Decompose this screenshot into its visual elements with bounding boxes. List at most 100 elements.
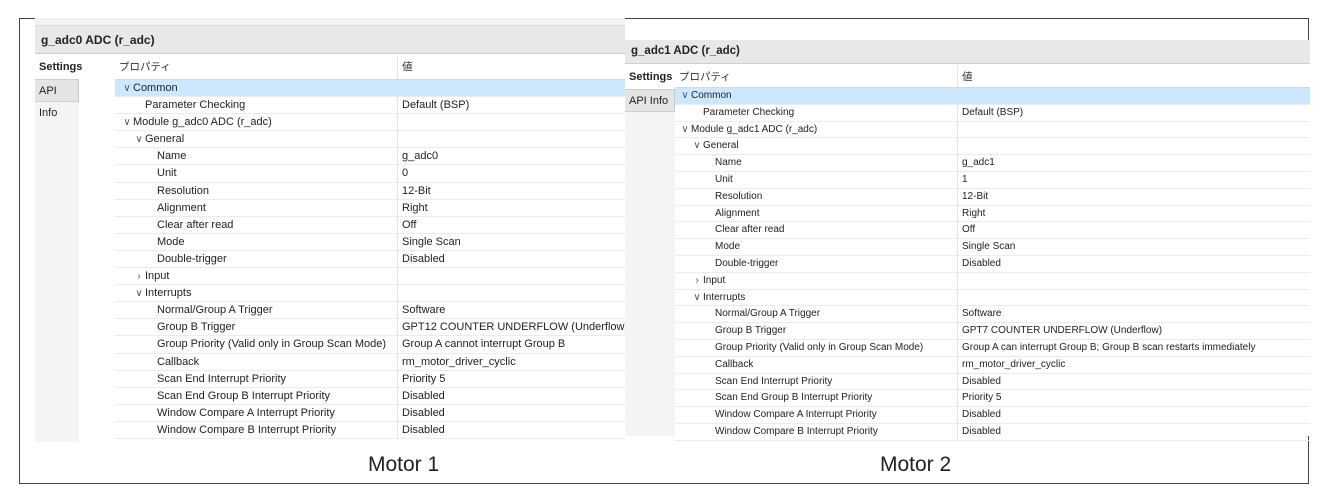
property-value-cell[interactable]: Priority 5 bbox=[958, 390, 1310, 406]
column-header-property[interactable]: プロパティ bbox=[115, 56, 398, 79]
property-row[interactable]: Name g_adc0 bbox=[115, 148, 625, 166]
property-value-cell[interactable]: Disabled bbox=[398, 251, 625, 267]
property-value-cell[interactable] bbox=[398, 131, 625, 147]
chevron-down-icon[interactable]: ∨ bbox=[691, 290, 703, 306]
property-row[interactable]: Group B Trigger GPT12 COUNTER UNDERFLOW (… bbox=[115, 319, 625, 337]
property-value-cell[interactable] bbox=[398, 285, 625, 301]
property-value-cell[interactable]: 12-Bit bbox=[398, 183, 625, 199]
tab-settings[interactable]: Settings bbox=[625, 64, 675, 90]
tab-api-info[interactable]: API Info bbox=[625, 90, 675, 112]
property-value-cell[interactable] bbox=[958, 138, 1310, 154]
property-row[interactable]: Double-trigger Disabled bbox=[115, 250, 625, 269]
property-row[interactable]: Clear after read Off bbox=[675, 222, 1310, 240]
chevron-down-icon[interactable]: ∨ bbox=[691, 138, 703, 154]
property-row[interactable]: ∨ Interrupts bbox=[675, 289, 1310, 307]
property-value-cell[interactable]: Off bbox=[958, 222, 1310, 238]
property-value-cell[interactable]: Group A can interrupt Group B; Group B s… bbox=[958, 340, 1310, 356]
property-value-cell[interactable]: GPT12 COUNTER UNDERFLOW (Underflow) bbox=[398, 319, 625, 335]
tab-settings[interactable]: Settings bbox=[35, 54, 82, 80]
property-value-cell[interactable]: g_adc0 bbox=[398, 148, 625, 164]
property-row[interactable]: Normal/Group A Trigger Software bbox=[675, 306, 1310, 324]
chevron-down-icon[interactable]: ∨ bbox=[133, 132, 145, 147]
property-row[interactable]: Mode Single Scan bbox=[675, 239, 1310, 256]
chevron-down-icon[interactable]: ∨ bbox=[121, 81, 133, 96]
property-value-cell[interactable]: Single Scan bbox=[398, 234, 625, 250]
property-row[interactable]: Mode Single Scan bbox=[115, 233, 625, 251]
property-value-cell[interactable]: Software bbox=[398, 302, 625, 318]
chevron-right-icon[interactable]: › bbox=[133, 269, 145, 284]
property-row[interactable]: Window Compare B Interrupt Priority Disab… bbox=[675, 423, 1310, 441]
property-value-cell[interactable]: 1 bbox=[958, 172, 1310, 188]
property-row[interactable]: Normal/Group A Trigger Software bbox=[115, 302, 625, 320]
chevron-down-icon[interactable]: ∨ bbox=[133, 286, 145, 301]
property-value-cell[interactable]: Disabled bbox=[958, 424, 1310, 440]
property-row[interactable]: Window Compare A Interrupt Priority Disab… bbox=[115, 404, 625, 422]
property-row[interactable]: Clear after read Off bbox=[115, 216, 625, 234]
property-value-cell[interactable]: Disabled bbox=[958, 374, 1310, 390]
property-value-cell[interactable]: Disabled bbox=[958, 407, 1310, 423]
column-header-value[interactable]: 値 bbox=[398, 56, 625, 79]
property-value-cell[interactable]: Right bbox=[958, 206, 1310, 222]
property-value-cell[interactable] bbox=[958, 290, 1310, 306]
property-row[interactable]: Window Compare A Interrupt Priority Disab… bbox=[675, 407, 1310, 424]
property-value-cell[interactable]: 0 bbox=[398, 165, 625, 181]
property-value-cell[interactable]: g_adc1 bbox=[958, 155, 1310, 171]
property-row[interactable]: Resolution 12-Bit bbox=[115, 182, 625, 200]
property-row[interactable]: Scan End Interrupt Priority Disabled bbox=[675, 373, 1310, 391]
property-row[interactable]: ∨ Common bbox=[675, 88, 1310, 105]
chevron-down-icon[interactable]: ∨ bbox=[121, 115, 133, 130]
property-row[interactable]: ∨ Interrupts bbox=[115, 285, 625, 303]
property-row[interactable]: Group Priority (Valid only in Group Scan… bbox=[115, 336, 625, 354]
property-value-cell[interactable]: Default (BSP) bbox=[398, 97, 625, 113]
property-value-cell[interactable]: Priority 5 bbox=[398, 371, 625, 387]
property-row[interactable]: Callback rm_motor_driver_cyclic bbox=[115, 353, 625, 371]
property-row[interactable]: ∨ Common bbox=[115, 80, 625, 98]
property-row[interactable]: Unit 0 bbox=[115, 165, 625, 183]
chevron-down-icon[interactable]: ∨ bbox=[679, 122, 691, 138]
property-row[interactable]: Parameter Checking Default (BSP) bbox=[115, 97, 625, 115]
property-row[interactable]: ∨ Module g_adc0 ADC (r_adc) bbox=[115, 114, 625, 132]
property-value-cell[interactable] bbox=[958, 273, 1310, 289]
property-value-cell[interactable] bbox=[398, 268, 625, 284]
property-row[interactable]: › Input bbox=[675, 272, 1310, 290]
property-value-cell[interactable] bbox=[958, 122, 1310, 138]
tab-api-info[interactable]: API Info bbox=[35, 80, 79, 119]
property-value-cell[interactable]: Group A cannot interrupt Group B bbox=[398, 336, 625, 352]
property-row[interactable]: Alignment Right bbox=[675, 205, 1310, 223]
property-row[interactable]: Double-trigger Disabled bbox=[675, 255, 1310, 273]
property-value-cell[interactable] bbox=[398, 80, 625, 96]
chevron-down-icon[interactable]: ∨ bbox=[679, 88, 691, 104]
property-value-cell[interactable]: Disabled bbox=[958, 256, 1310, 272]
property-value-cell[interactable]: Off bbox=[398, 217, 625, 233]
property-row[interactable]: Alignment Right bbox=[115, 199, 625, 217]
property-value-cell[interactable]: Software bbox=[958, 306, 1310, 322]
property-value-cell[interactable]: rm_motor_driver_cyclic bbox=[398, 354, 625, 370]
property-value-cell[interactable]: rm_motor_driver_cyclic bbox=[958, 357, 1310, 373]
chevron-right-icon[interactable]: › bbox=[691, 273, 703, 289]
property-value-cell[interactable]: Disabled bbox=[398, 405, 625, 421]
property-value-cell[interactable]: Right bbox=[398, 200, 625, 216]
property-row[interactable]: Group Priority (Valid only in Group Scan… bbox=[675, 339, 1310, 357]
property-row[interactable]: Scan End Group B Interrupt Priority Disab… bbox=[115, 387, 625, 405]
column-header-value[interactable]: 値 bbox=[958, 66, 1310, 87]
property-row[interactable]: Name g_adc1 bbox=[675, 155, 1310, 172]
property-row[interactable]: › Input bbox=[115, 268, 625, 286]
property-value-cell[interactable]: Default (BSP) bbox=[958, 105, 1310, 121]
property-row[interactable]: Parameter Checking Default (BSP) bbox=[675, 104, 1310, 122]
property-row[interactable]: Unit 1 bbox=[675, 171, 1310, 189]
property-value-cell[interactable] bbox=[398, 114, 625, 130]
property-row[interactable]: ∨ General bbox=[115, 131, 625, 149]
property-value-cell[interactable]: Disabled bbox=[398, 422, 625, 438]
property-row[interactable]: Resolution 12-Bit bbox=[675, 188, 1310, 206]
property-value-cell[interactable]: Disabled bbox=[398, 388, 625, 404]
property-value-cell[interactable] bbox=[958, 88, 1310, 104]
column-header-property[interactable]: プロパティ bbox=[675, 66, 958, 87]
property-row[interactable]: ∨ Module g_adc1 ADC (r_adc) bbox=[675, 121, 1310, 139]
property-value-cell[interactable]: GPT7 COUNTER UNDERFLOW (Underflow) bbox=[958, 323, 1310, 339]
property-value-cell[interactable]: 12-Bit bbox=[958, 189, 1310, 205]
property-row[interactable]: Callback rm_motor_driver_cyclic bbox=[675, 356, 1310, 374]
property-row[interactable]: ∨ General bbox=[675, 138, 1310, 156]
property-row[interactable]: Scan End Interrupt Priority Priority 5 bbox=[115, 370, 625, 388]
property-row[interactable]: Group B Trigger GPT7 COUNTER UNDERFLOW (U… bbox=[675, 323, 1310, 340]
property-value-cell[interactable]: Single Scan bbox=[958, 239, 1310, 255]
